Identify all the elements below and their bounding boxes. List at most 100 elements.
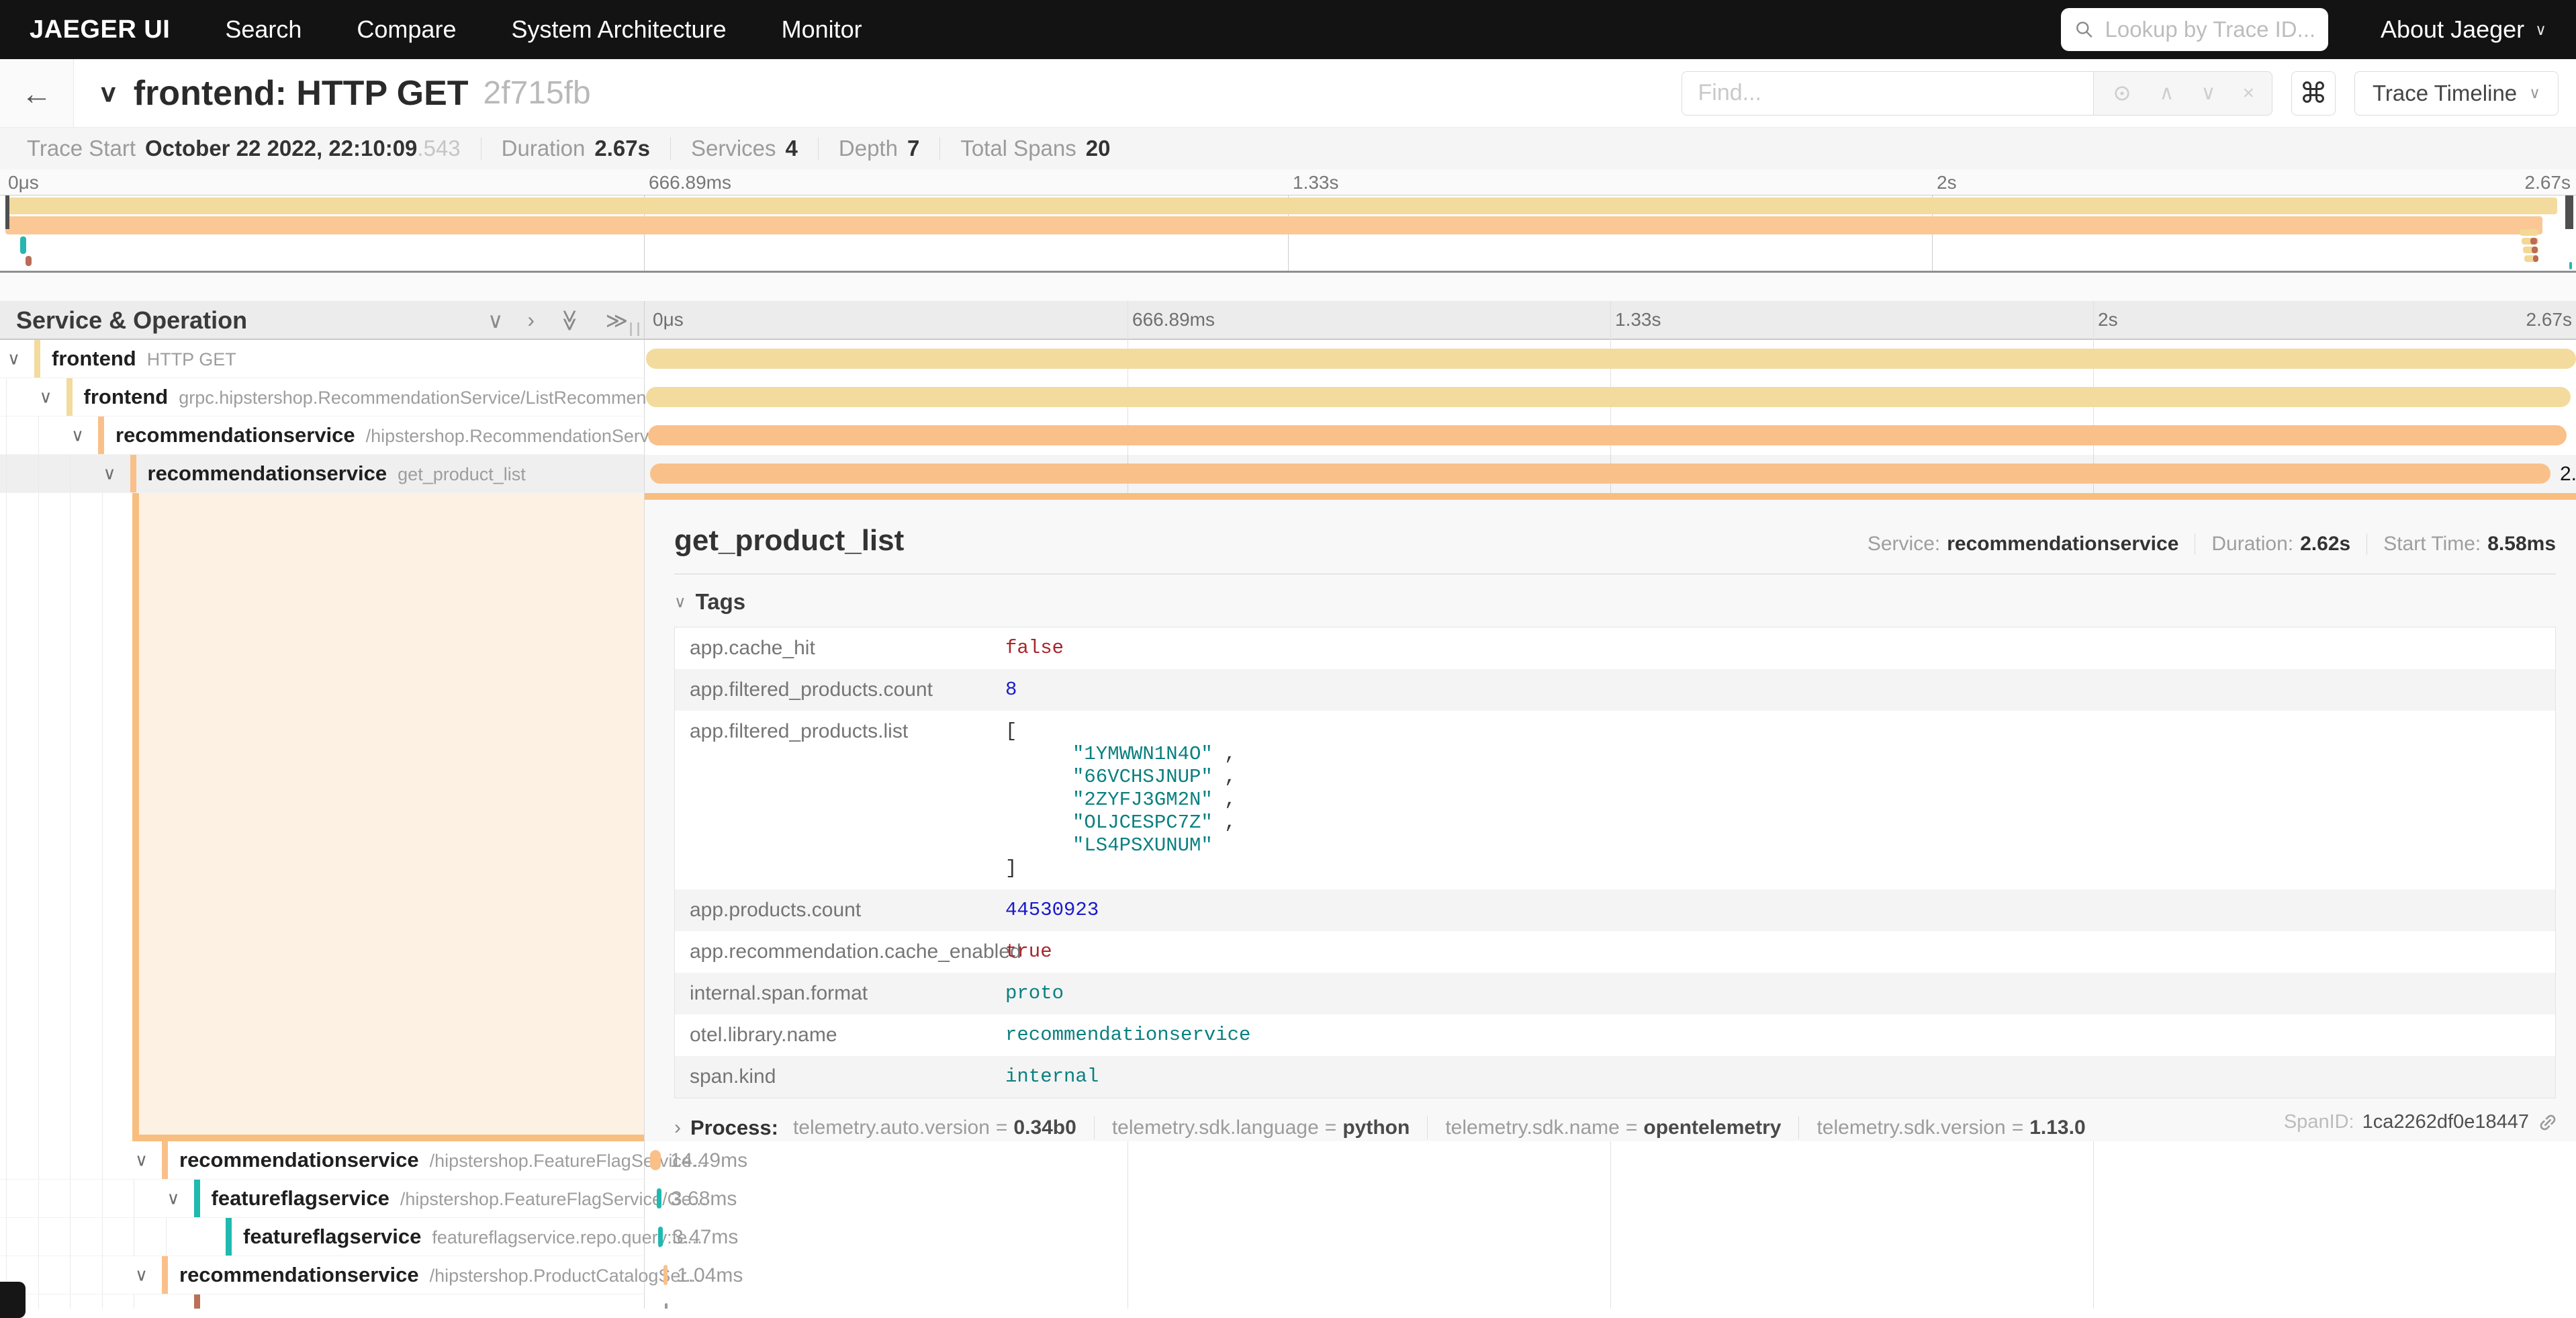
process-row: › Process: telemetry.auto.version=0.34b0… xyxy=(674,1116,2556,1140)
divider xyxy=(670,137,671,160)
span-id-value: 1ca2262df0e18447 xyxy=(2362,1111,2529,1133)
span-duration-label: 3.68ms xyxy=(671,1180,737,1218)
trace-lookup-input[interactable] xyxy=(2103,16,2315,43)
span-color-accent xyxy=(98,416,104,454)
next-match-icon[interactable]: ∨ xyxy=(2201,83,2215,103)
span-tree-row[interactable]: ∨recommendationservice/hipstershop.Produ… xyxy=(0,1256,645,1294)
span-collapse-chevron[interactable]: ∨ xyxy=(135,1265,148,1286)
indent-guide xyxy=(102,1294,103,1309)
nav-item-compare[interactable]: Compare xyxy=(357,15,456,44)
span-bar[interactable] xyxy=(646,349,2576,369)
span-timeline-cell xyxy=(645,378,2576,416)
span-tree-row[interactable]: ∨recommendationservice/hipstershop.Featu… xyxy=(0,1141,645,1180)
span-bar[interactable] xyxy=(648,425,2567,445)
collapse-one-icon[interactable]: ∨ xyxy=(488,308,503,333)
indent-guide xyxy=(6,416,7,454)
span-tree-row[interactable]: ∨frontendgrpc.hipstershop.Recommendation… xyxy=(0,378,645,416)
nav-item-search[interactable]: Search xyxy=(225,15,302,44)
span-detail-panel: get_product_list Service: recommendation… xyxy=(645,493,2576,1141)
span-tree-row[interactable]: ∨featureflagservice/hipstershop.FeatureF… xyxy=(0,1180,645,1218)
column-resize-grip[interactable] xyxy=(630,322,639,336)
span-timeline-cell: 2.62s xyxy=(645,455,2576,493)
back-button[interactable]: ← xyxy=(0,59,74,127)
span-collapse-chevron[interactable]: ∨ xyxy=(103,464,116,484)
span-bar[interactable] xyxy=(665,1303,668,1309)
span-tree-row[interactable] xyxy=(0,1294,645,1309)
collapse-all-icon[interactable]: ≫ xyxy=(557,309,583,332)
minimap-canvas[interactable] xyxy=(0,195,2576,273)
indent-guide xyxy=(38,455,39,492)
trace-view-selector[interactable]: Trace Timeline ∨ xyxy=(2354,71,2559,116)
span-service-name: frontendHTTP GET xyxy=(52,347,236,371)
duration-label: Duration: xyxy=(2211,533,2293,556)
span-tree-row[interactable]: ∨ frontendHTTP GET xyxy=(0,340,645,378)
app-logo[interactable]: JAEGER UI xyxy=(30,15,170,44)
deep-link-icon[interactable] xyxy=(2532,1107,2563,1137)
span-bar[interactable] xyxy=(646,387,2571,407)
span-row: ∨recommendationserviceget_product_list2.… xyxy=(0,455,2576,493)
scroll-corner-widget[interactable] xyxy=(0,1282,26,1318)
span-tree-row[interactable]: ∨recommendationservice/hipstershop.Recom… xyxy=(0,416,645,455)
prev-match-icon[interactable]: ∧ xyxy=(2160,83,2174,103)
tag-row: otel.library.namerecommendationservice xyxy=(675,1014,2555,1056)
indent-guide xyxy=(6,378,7,416)
indent-guide xyxy=(6,455,7,492)
tags-section-toggle[interactable]: ∨ Tags xyxy=(674,589,2556,615)
keyboard-shortcuts-button[interactable]: ⌘ xyxy=(2291,71,2336,116)
minimap-tick: 2.67s xyxy=(2525,172,2571,193)
nav-item-monitor[interactable]: Monitor xyxy=(782,15,862,44)
span-color-accent xyxy=(66,378,73,416)
about-jaeger-label: About Jaeger xyxy=(2381,15,2524,44)
minimap-span-segment xyxy=(5,197,2557,214)
span-id-label: SpanID: xyxy=(2284,1111,2354,1133)
trace-lookup-box[interactable] xyxy=(2061,8,2328,51)
clear-find-icon[interactable]: × xyxy=(2242,83,2254,103)
span-color-accent xyxy=(194,1180,200,1217)
timeline-tick: 2.67s xyxy=(2526,309,2573,331)
trace-start-value: October 22 2022, 22:10:09 xyxy=(145,136,417,161)
span-service-name: featureflagservicefeatureflagservice.rep… xyxy=(243,1225,702,1249)
depth-value: 7 xyxy=(907,136,919,161)
trace-summary-bar: Trace Start October 22 2022, 22:10:09 .5… xyxy=(0,128,2576,169)
span-collapse-chevron[interactable]: ∨ xyxy=(7,349,20,369)
about-jaeger-menu[interactable]: About Jaeger ∨ xyxy=(2381,15,2546,44)
timeline-tick: 666.89ms xyxy=(1132,309,1215,331)
start-time-value: 8.58ms xyxy=(2487,533,2556,556)
span-collapse-chevron[interactable]: ∨ xyxy=(71,425,84,446)
trace-collapse-chevron-icon[interactable]: ∨ xyxy=(98,79,119,107)
span-collapse-chevron[interactable]: ∨ xyxy=(167,1188,180,1209)
minimap-scrubber[interactable] xyxy=(5,195,9,229)
nav-item-system-architecture[interactable]: System Architecture xyxy=(511,15,726,44)
span-tree-row[interactable]: ∨recommendationserviceget_product_list xyxy=(0,455,645,493)
expand-one-icon[interactable]: › xyxy=(527,308,535,333)
process-tag: telemetry.sdk.name=opentelemetry xyxy=(1445,1116,1781,1139)
span-timeline-cell: 3.68ms xyxy=(645,1180,2576,1218)
find-toolbar: ∧ ∨ × xyxy=(2093,71,2272,116)
span-duration-label: 3.47ms xyxy=(672,1218,738,1256)
expand-all-icon[interactable]: ≫ xyxy=(606,308,629,333)
span-tree-row[interactable]: featureflagservicefeatureflagservice.rep… xyxy=(0,1218,645,1256)
tag-row: app.recommendation.cache_enabledtrue xyxy=(675,931,2555,973)
span-color-accent xyxy=(226,1218,232,1256)
focus-target-icon[interactable] xyxy=(2111,83,2133,104)
indent-guide xyxy=(6,1218,7,1256)
indent-guide xyxy=(38,1218,39,1256)
span-collapse-chevron[interactable]: ∨ xyxy=(135,1150,148,1171)
total-spans-label: Total Spans xyxy=(960,136,1076,161)
divider xyxy=(818,137,819,160)
span-bar[interactable] xyxy=(650,1150,661,1170)
divider xyxy=(1427,1116,1428,1139)
minimap-scrubber[interactable] xyxy=(2565,195,2573,229)
span-bar[interactable] xyxy=(657,1188,661,1209)
tags-section-label: Tags xyxy=(696,589,746,615)
tag-value: true xyxy=(1005,940,1052,963)
find-input[interactable] xyxy=(1682,71,2093,116)
span-row: ∨recommendationservice/hipstershop.Recom… xyxy=(0,416,2576,455)
span-bar[interactable] xyxy=(650,464,2550,484)
span-collapse-chevron[interactable]: ∨ xyxy=(40,387,52,408)
minimap-span-segment xyxy=(2520,229,2538,236)
span-bar[interactable] xyxy=(663,1265,668,1285)
span-bar[interactable] xyxy=(658,1227,663,1247)
chevron-right-icon[interactable]: › xyxy=(674,1116,681,1139)
span-timeline-cell: 1.04ms xyxy=(645,1256,2576,1294)
